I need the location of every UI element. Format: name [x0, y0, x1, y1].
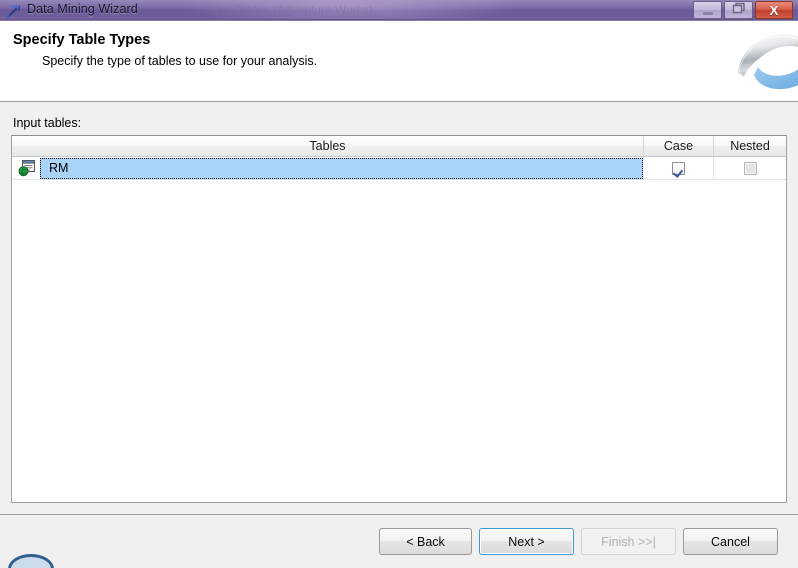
wizard-page-body: Input tables: Tables Case Nested RM: [0, 102, 798, 514]
column-header-case[interactable]: Case: [644, 136, 714, 156]
pickaxe-icon: [6, 3, 22, 19]
back-button[interactable]: < Back: [379, 528, 472, 555]
column-header-tables[interactable]: Tables: [12, 136, 644, 156]
nested-checkbox[interactable]: [743, 161, 757, 175]
row-cell-nested[interactable]: [714, 157, 786, 179]
table-name-value[interactable]: RM: [40, 157, 643, 179]
row-cell-case[interactable]: [644, 157, 714, 179]
row-cell-table-name[interactable]: RM: [12, 157, 644, 179]
cancel-button[interactable]: Cancel: [683, 528, 778, 555]
page-title: Specify Table Types: [13, 32, 151, 48]
restore-button[interactable]: [724, 1, 753, 19]
titlebar-glow: [180, 0, 520, 21]
input-tables-grid[interactable]: Tables Case Nested RM: [11, 135, 787, 503]
decorative-arc: [8, 554, 54, 568]
close-button[interactable]: X: [755, 1, 793, 19]
minimize-icon: [702, 11, 713, 15]
swoosh-graphic: [718, 21, 798, 101]
table-row[interactable]: RM: [12, 157, 786, 180]
grid-header-row: Tables Case Nested: [12, 136, 786, 157]
grid-rows: RM: [12, 157, 786, 180]
page-subtitle: Specify the type of tables to use for yo…: [42, 54, 318, 68]
column-header-nested[interactable]: Nested: [714, 136, 786, 156]
wizard-footer: < Back Next > Finish >>| Cancel: [0, 515, 798, 568]
input-tables-label: Input tables:: [13, 116, 82, 130]
wizard-page-header: Specify Table Types Specify the type of …: [0, 21, 798, 101]
next-button[interactable]: Next >: [479, 528, 574, 555]
data-mining-wizard-window: Data Mining Wizard Input Tables (Adventu…: [0, 0, 798, 568]
window-title-watermark: Input Tables (Adventure Works): [205, 3, 373, 17]
linked-table-icon: [18, 159, 36, 177]
finish-button: Finish >>|: [581, 528, 676, 555]
window-title: Data Mining Wizard: [27, 2, 138, 16]
close-icon: X: [769, 2, 779, 18]
window-title-bar[interactable]: Data Mining Wizard Input Tables (Adventu…: [0, 0, 798, 21]
minimize-button[interactable]: [693, 1, 722, 19]
case-checkbox[interactable]: [672, 161, 685, 175]
restore-icon: [732, 1, 746, 19]
